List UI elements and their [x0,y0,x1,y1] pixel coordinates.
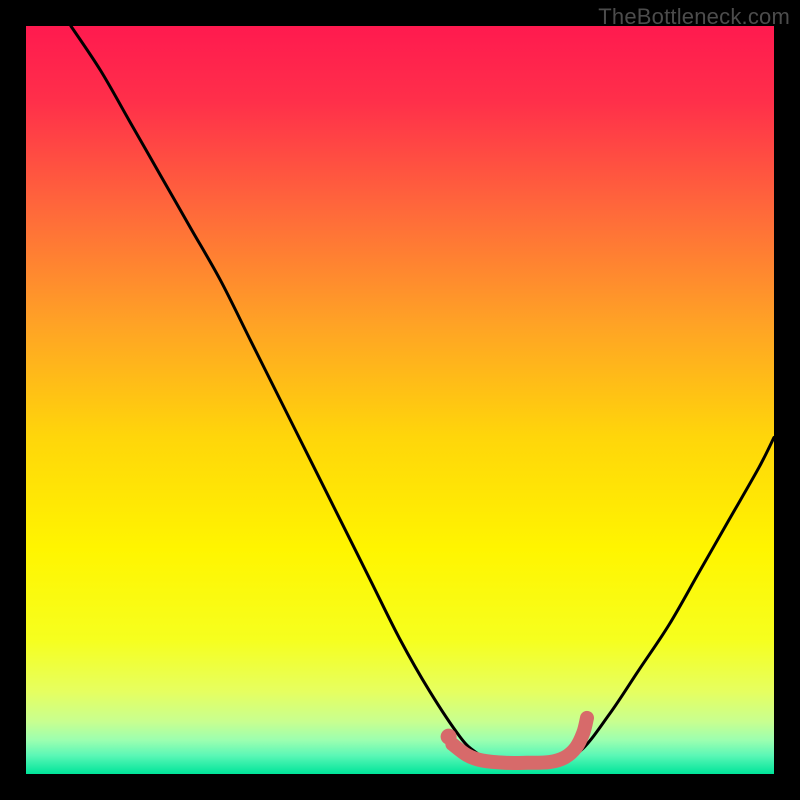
chart-frame: TheBottleneck.com [0,0,800,800]
plot-area [26,26,774,774]
watermark-label: TheBottleneck.com [598,4,790,30]
optimal-dot [441,729,457,745]
bottleneck-chart [26,26,774,774]
